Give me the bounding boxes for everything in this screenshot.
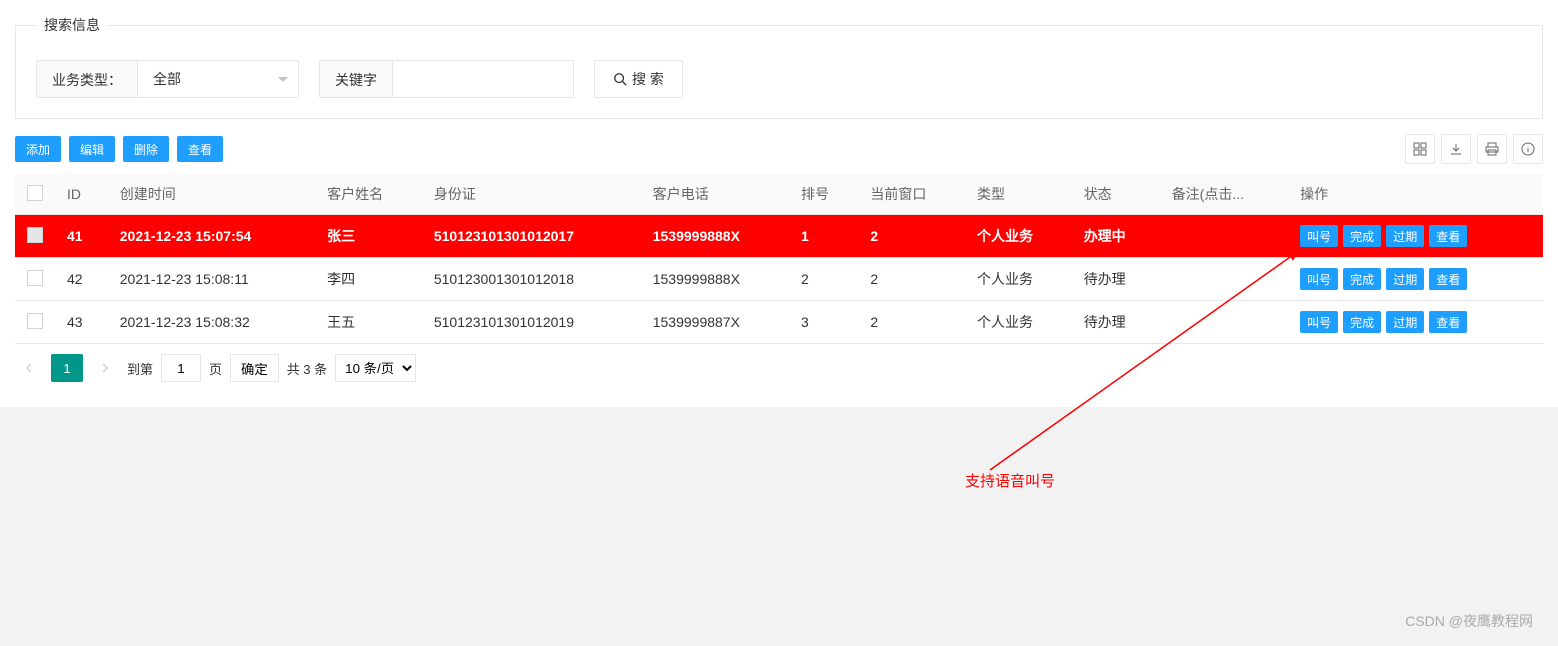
goto-label: 到第 xyxy=(127,359,153,378)
complete-button[interactable]: 完成 xyxy=(1343,311,1381,333)
delete-button[interactable]: 删除 xyxy=(123,136,169,162)
cell-id: 41 xyxy=(55,215,108,258)
th-queue-num: 排号 xyxy=(789,174,858,215)
view-row-button[interactable]: 查看 xyxy=(1429,268,1467,290)
export-icon[interactable] xyxy=(1441,134,1471,164)
goto-page-input[interactable] xyxy=(161,354,201,382)
expire-button[interactable]: 过期 xyxy=(1386,225,1424,247)
cell-create_time: 2021-12-23 15:07:54 xyxy=(108,215,315,258)
table-row[interactable]: 412021-12-23 15:07:54张三51012310130101201… xyxy=(15,215,1543,258)
business-type-label: 业务类型： xyxy=(37,61,138,97)
search-icon xyxy=(613,72,627,86)
cell-window: 2 xyxy=(858,215,965,258)
th-phone: 客户电话 xyxy=(641,174,789,215)
th-actions: 操作 xyxy=(1288,174,1543,215)
goto-confirm-button[interactable]: 确定 xyxy=(230,354,279,382)
th-window: 当前窗口 xyxy=(858,174,965,215)
total-count: 共 3 条 xyxy=(287,359,327,378)
expire-button[interactable]: 过期 xyxy=(1386,268,1424,290)
cell-type: 个人业务 xyxy=(965,258,1072,301)
search-legend: 搜索信息 xyxy=(36,15,108,35)
keyword-group: 关键字 xyxy=(319,60,574,98)
annotation-text: 支持语音叫号 xyxy=(965,470,1055,491)
th-type: 类型 xyxy=(965,174,1072,215)
table-row[interactable]: 432021-12-23 15:08:32王五51012310130101201… xyxy=(15,301,1543,344)
cell-customer_name: 李四 xyxy=(315,258,422,301)
pagination: 1 到第 页 确定 共 3 条 10 条/页 xyxy=(15,344,1543,392)
cell-type: 个人业务 xyxy=(965,215,1072,258)
cell-id: 42 xyxy=(55,258,108,301)
view-button[interactable]: 查看 xyxy=(177,136,223,162)
row-checkbox[interactable] xyxy=(27,313,43,329)
cell-id_card: 510123101301012017 xyxy=(422,215,641,258)
search-button[interactable]: 搜 索 xyxy=(594,60,683,98)
cell-queue_num: 2 xyxy=(789,258,858,301)
cell-status: 办理中 xyxy=(1072,215,1160,258)
row-checkbox[interactable] xyxy=(27,270,43,286)
cell-phone: 1539999888X xyxy=(641,215,789,258)
view-row-button[interactable]: 查看 xyxy=(1429,311,1467,333)
call-button[interactable]: 叫号 xyxy=(1300,225,1338,247)
cell-id: 43 xyxy=(55,301,108,344)
th-status: 状态 xyxy=(1072,174,1160,215)
cell-id_card: 510123001301012018 xyxy=(422,258,641,301)
cell-customer_name: 张三 xyxy=(315,215,422,258)
cell-create_time: 2021-12-23 15:08:32 xyxy=(108,301,315,344)
cell-id_card: 510123101301012019 xyxy=(422,301,641,344)
cell-phone: 1539999887X xyxy=(641,301,789,344)
columns-icon[interactable] xyxy=(1405,134,1435,164)
select-all-checkbox[interactable] xyxy=(27,185,43,201)
data-table: ID 创建时间 客户姓名 身份证 客户电话 排号 当前窗口 类型 状态 备注(点… xyxy=(15,174,1543,344)
view-row-button[interactable]: 查看 xyxy=(1429,225,1467,247)
th-id: ID xyxy=(55,174,108,215)
prev-page-button[interactable] xyxy=(15,354,43,382)
table-row[interactable]: 422021-12-23 15:08:11李四51012300130101201… xyxy=(15,258,1543,301)
call-button[interactable]: 叫号 xyxy=(1300,268,1338,290)
cell-window: 2 xyxy=(858,258,965,301)
page-number[interactable]: 1 xyxy=(51,354,83,382)
cell-queue_num: 3 xyxy=(789,301,858,344)
page-label: 页 xyxy=(209,359,222,378)
add-button[interactable]: 添加 xyxy=(15,136,61,162)
complete-button[interactable]: 完成 xyxy=(1343,268,1381,290)
keyword-label: 关键字 xyxy=(320,61,393,97)
expire-button[interactable]: 过期 xyxy=(1386,311,1424,333)
print-icon[interactable] xyxy=(1477,134,1507,164)
search-fieldset: 搜索信息 业务类型： 全部 关键字 搜 索 xyxy=(15,15,1543,119)
per-page-select[interactable]: 10 条/页 xyxy=(335,354,416,382)
complete-button[interactable]: 完成 xyxy=(1343,225,1381,247)
th-remarks: 备注(点击... xyxy=(1160,174,1288,215)
cell-phone: 1539999888X xyxy=(641,258,789,301)
th-id-card: 身份证 xyxy=(422,174,641,215)
call-button[interactable]: 叫号 xyxy=(1300,311,1338,333)
cell-remarks[interactable] xyxy=(1160,258,1288,301)
cell-status: 待办理 xyxy=(1072,258,1160,301)
info-icon[interactable] xyxy=(1513,134,1543,164)
business-type-group: 业务类型： 全部 xyxy=(36,60,299,98)
keyword-input[interactable] xyxy=(393,61,573,97)
th-customer-name: 客户姓名 xyxy=(315,174,422,215)
cell-create_time: 2021-12-23 15:08:11 xyxy=(108,258,315,301)
cell-customer_name: 王五 xyxy=(315,301,422,344)
th-create-time: 创建时间 xyxy=(108,174,315,215)
edit-button[interactable]: 编辑 xyxy=(69,136,115,162)
cell-status: 待办理 xyxy=(1072,301,1160,344)
watermark: CSDN @夜鹰教程网 xyxy=(1405,611,1533,631)
cell-window: 2 xyxy=(858,301,965,344)
toolbar: 添加 编辑 删除 查看 xyxy=(15,134,1543,164)
cell-type: 个人业务 xyxy=(965,301,1072,344)
cell-remarks[interactable] xyxy=(1160,301,1288,344)
cell-remarks[interactable] xyxy=(1160,215,1288,258)
search-button-label: 搜 索 xyxy=(632,69,664,89)
next-page-button[interactable] xyxy=(91,354,119,382)
business-type-select[interactable]: 全部 xyxy=(138,69,298,89)
cell-queue_num: 1 xyxy=(789,215,858,258)
row-checkbox[interactable] xyxy=(27,227,43,243)
